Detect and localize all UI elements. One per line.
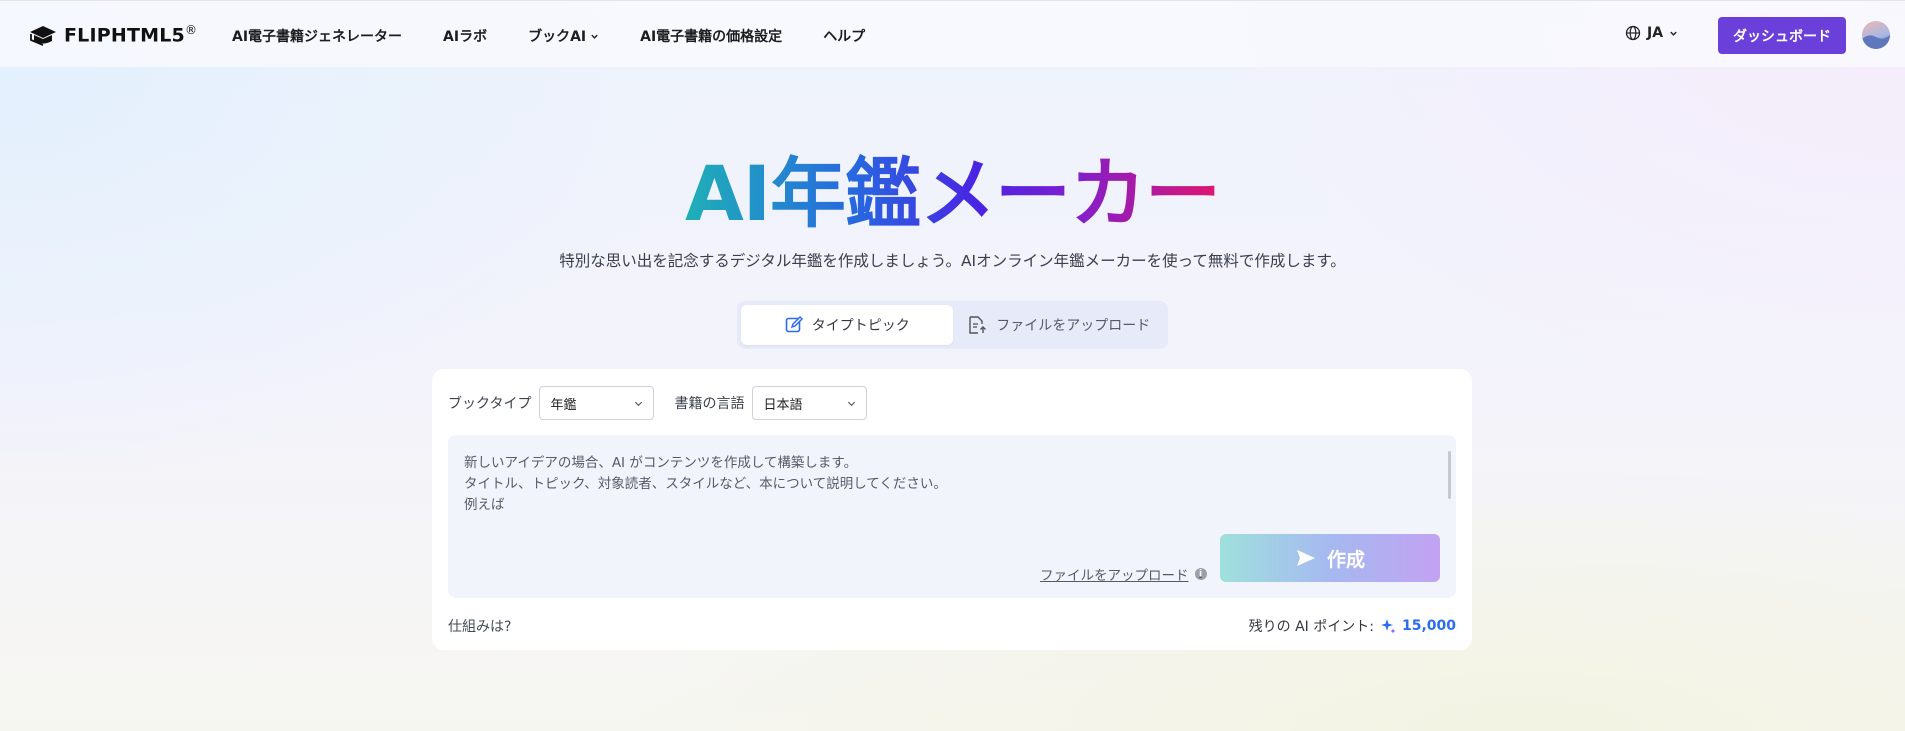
send-icon: [1296, 550, 1315, 566]
language-switcher[interactable]: JA: [1625, 25, 1678, 41]
how-it-works-link[interactable]: 仕組みは?: [448, 616, 511, 636]
logo-text: FLIPHTML5®: [64, 23, 198, 47]
options-row: ブックタイプ 年鑑 書籍の言語 日本語: [448, 386, 868, 420]
book-logo-icon: [30, 25, 56, 46]
sparkle-icon: [1380, 619, 1396, 634]
book-type-select[interactable]: 年鑑: [539, 386, 655, 420]
ai-points: 残りの AI ポイント: 15,000: [1249, 616, 1456, 636]
tab-type-topic[interactable]: タイプトピック: [741, 305, 953, 345]
chevron-down-icon: [635, 401, 643, 406]
nav-ai-ebook-generator[interactable]: AI電子書籍ジェネレーター: [232, 26, 402, 46]
chevron-down-icon: [591, 34, 598, 39]
chevron-down-icon: [848, 401, 856, 406]
nav-pricing[interactable]: AI電子書籍の価格設定: [640, 26, 782, 46]
book-language-label: 書籍の言語: [674, 396, 745, 412]
logo[interactable]: FLIPHTML5®: [28, 23, 197, 46]
globe-icon: [1625, 25, 1641, 41]
page-title: AI年鑑メーカー: [684, 149, 1221, 238]
chevron-down-icon: [1670, 31, 1677, 36]
tab-upload-file[interactable]: ファイルをアップロード: [953, 305, 1165, 345]
scrollbar[interactable]: [1448, 451, 1451, 499]
nav-book-ai[interactable]: ブックAI: [528, 26, 599, 46]
dashboard-button[interactable]: ダッシュボード: [1718, 17, 1846, 54]
top-header: FLIPHTML5® AI電子書籍ジェネレーター AIラボ ブックAI AI電子…: [0, 0, 1905, 67]
ai-points-value: 15,000: [1401, 618, 1456, 634]
tab-label: ファイルをアップロード: [996, 318, 1151, 334]
create-button[interactable]: 作成: [1220, 534, 1440, 582]
upload-file-link[interactable]: ファイルをアップロード i: [1040, 564, 1207, 584]
book-language-select[interactable]: 日本語: [752, 386, 868, 420]
book-language-value: 日本語: [763, 397, 803, 413]
main-nav: AI電子書籍ジェネレーター AIラボ ブックAI AI電子書籍の価格設定 ヘルプ: [232, 26, 906, 46]
avatar-image: [1862, 35, 1890, 49]
generator-card: ブックタイプ 年鑑 書籍の言語 日本語 新しいアイデアの場合、AI がコンテンツ…: [432, 369, 1472, 650]
ai-points-label: 残りの AI ポイント:: [1248, 619, 1374, 635]
input-mode-tabs: タイプトピック ファイルをアップロード: [737, 301, 1168, 349]
edit-icon: [785, 315, 803, 333]
book-type-value: 年鑑: [550, 397, 577, 413]
page-subtitle: 特別な思い出を記念するデジタル年鑑を作成しましょう。AIオンライン年鑑メーカーを…: [559, 252, 1346, 270]
avatar[interactable]: [1862, 21, 1890, 49]
file-upload-icon: [969, 316, 987, 334]
nav-help[interactable]: ヘルプ: [823, 26, 865, 46]
book-type-label: ブックタイプ: [448, 396, 532, 412]
tab-label: タイプトピック: [811, 318, 910, 334]
language-label: JA: [1647, 25, 1664, 41]
prompt-placeholder: 新しいアイデアの場合、AI がコンテンツを作成して構築します。 タイトル、トピッ…: [464, 455, 947, 513]
nav-ai-lab[interactable]: AIラボ: [443, 26, 487, 46]
prompt-textarea[interactable]: 新しいアイデアの場合、AI がコンテンツを作成して構築します。 タイトル、トピッ…: [448, 435, 1456, 598]
info-icon[interactable]: i: [1194, 568, 1207, 580]
